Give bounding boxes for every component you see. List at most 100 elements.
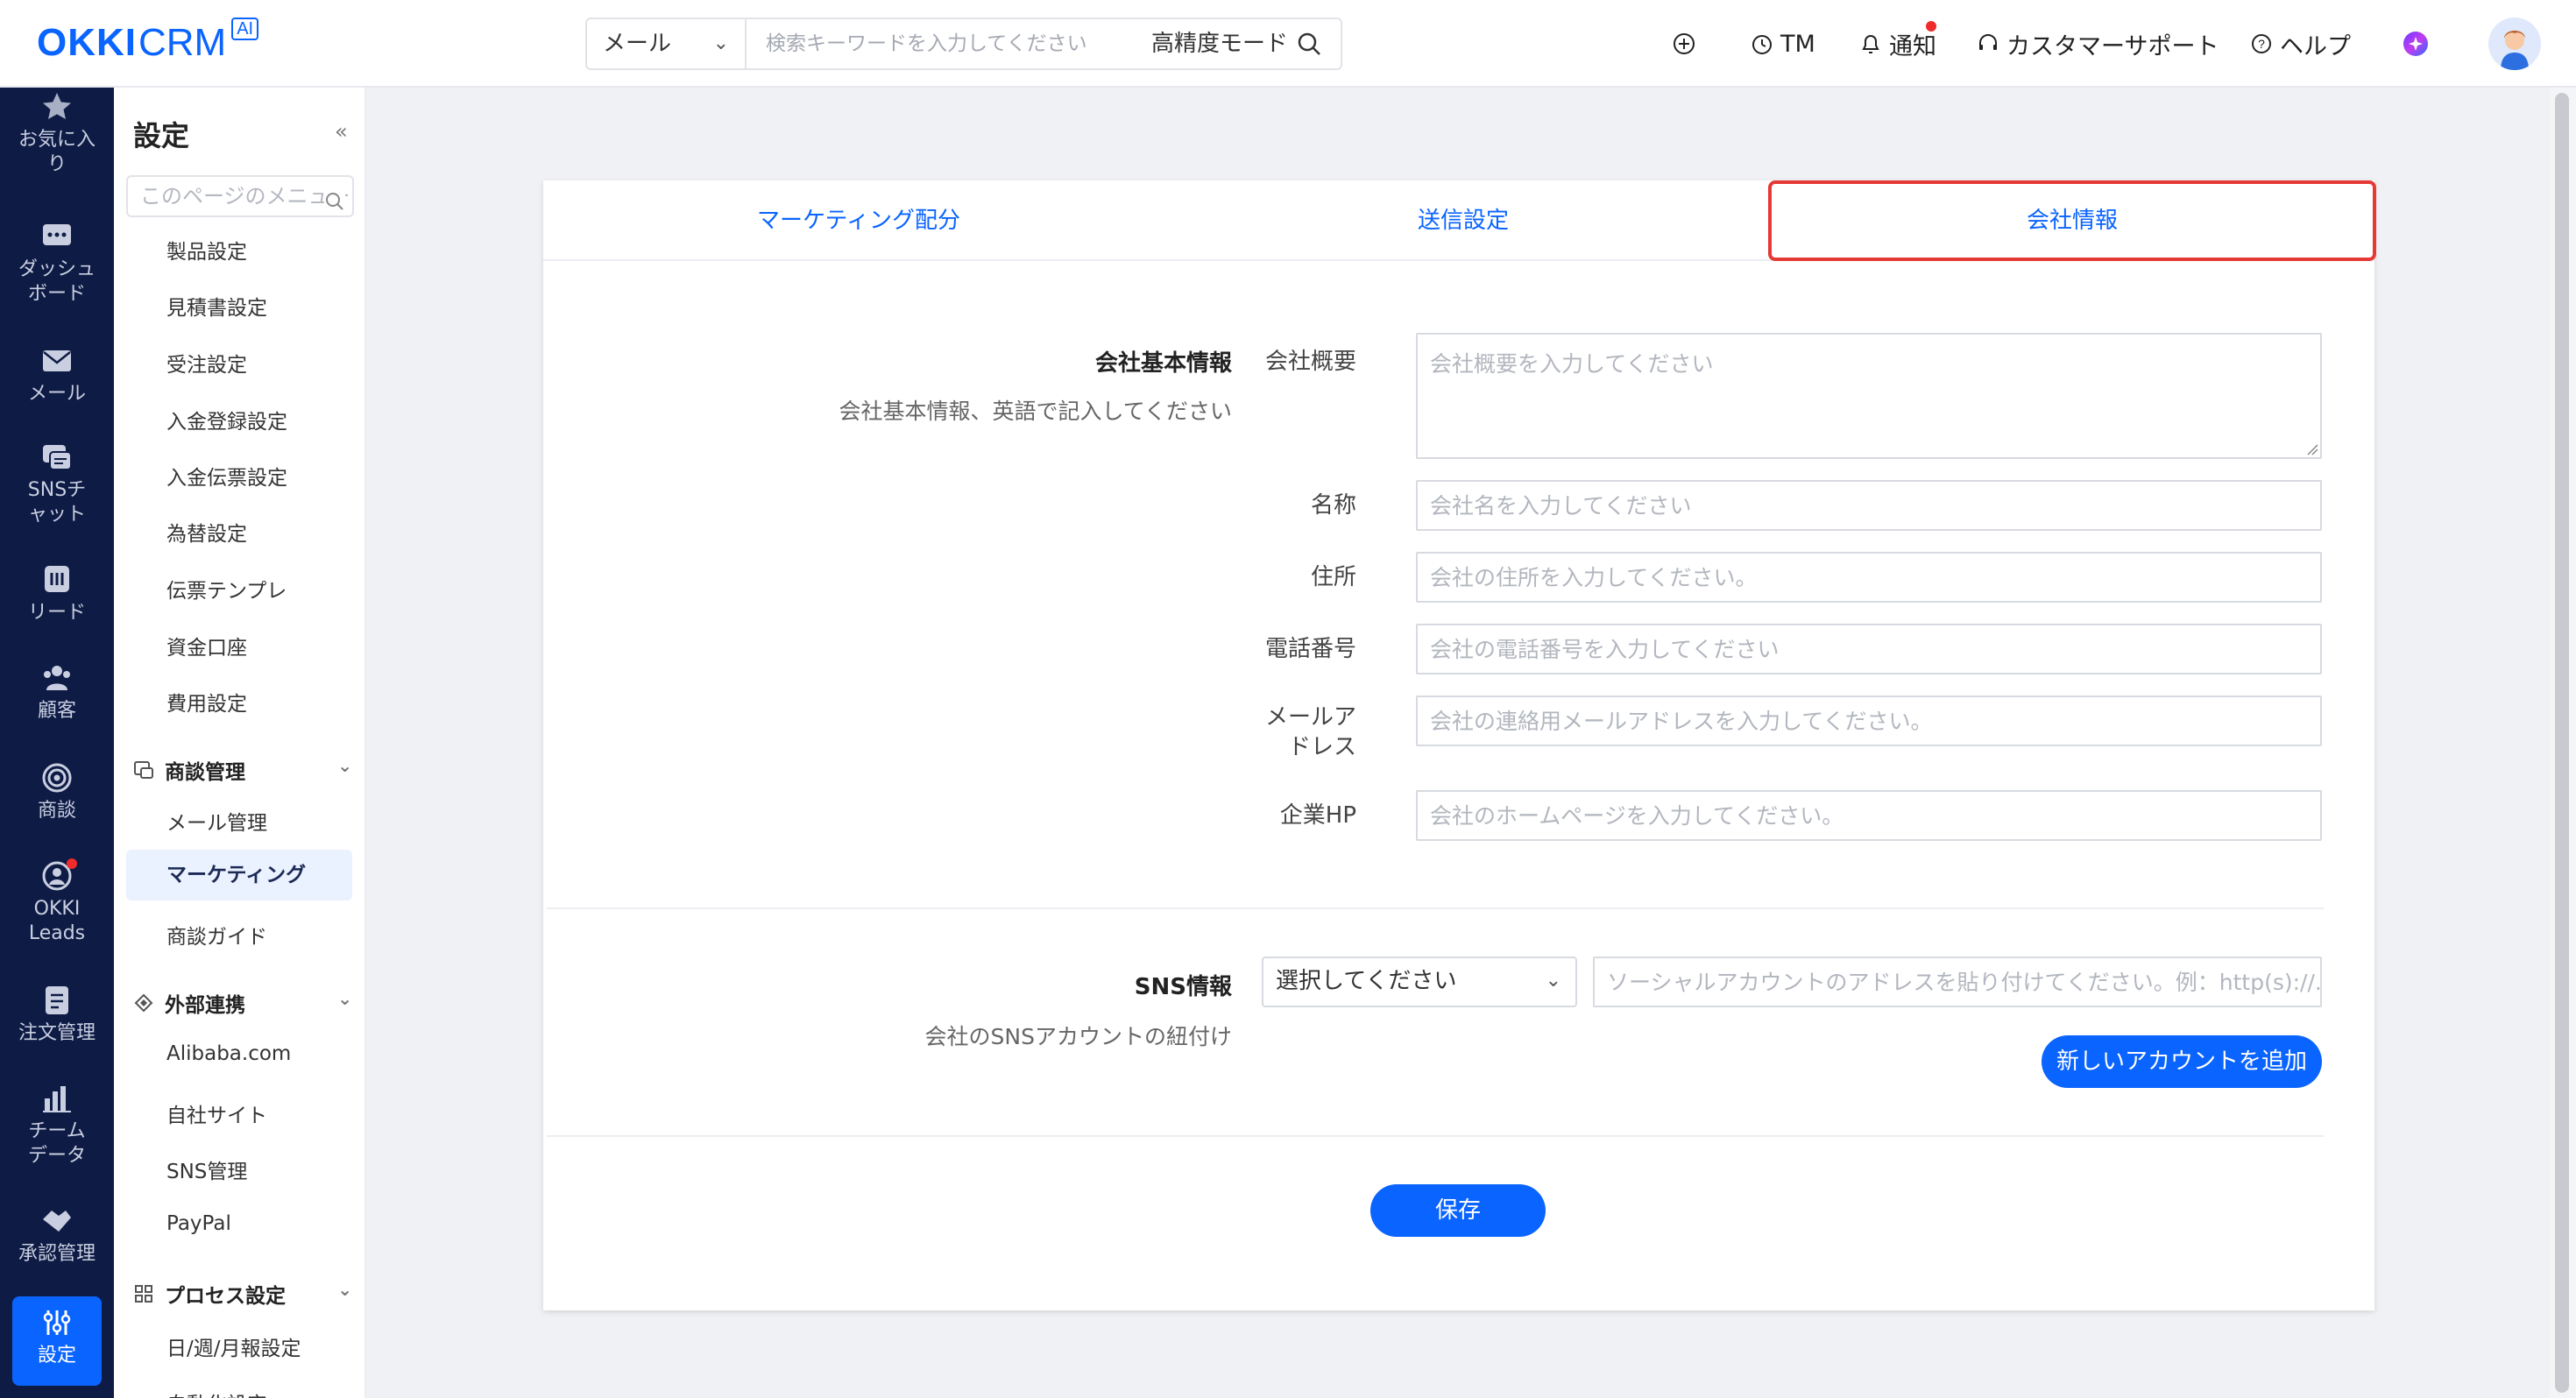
search-mode-toggle[interactable]: 高精度モード — [1151, 19, 1288, 68]
tab-company-info[interactable]: 会社情報 — [1768, 180, 2376, 261]
tab-marketing-allocation[interactable]: マーケティング配分 — [543, 180, 1174, 261]
mail-icon — [43, 350, 71, 371]
order-icon — [46, 986, 68, 1014]
bell-icon — [1859, 32, 1882, 56]
rail-label: 設定 — [37, 1345, 76, 1366]
ai-assistant-button[interactable] — [2401, 25, 2438, 63]
leads-icon — [45, 566, 69, 592]
rail-item-customers[interactable]: 顧客 — [0, 662, 114, 724]
sns-select-value: 選択してください — [1276, 968, 1457, 994]
sidebar-item-payment-register[interactable]: 入金登録設定 — [166, 405, 287, 434]
chevron-down-icon: ⌄ — [337, 988, 352, 1009]
sidebar-item-automation[interactable]: 自動化設定 — [166, 1387, 267, 1398]
rail-item-deals[interactable]: 商談 — [0, 762, 114, 823]
help-label: ヘルプ — [2280, 32, 2351, 60]
chevron-down-icon: ⌄ — [337, 755, 352, 776]
tab-send-settings[interactable]: 送信設定 — [1148, 180, 1779, 261]
scrollbar-thumb[interactable] — [2555, 93, 2569, 1393]
rail-item-settings[interactable]: 設定 — [12, 1296, 102, 1386]
group-label: プロセス設定 — [165, 1285, 286, 1308]
sidebar-item-product[interactable]: 製品設定 — [166, 235, 247, 265]
sidebar-item-deal-guide[interactable]: 商談ガイド — [166, 920, 267, 950]
sidebar-item-own-site[interactable]: 自社サイト — [166, 1098, 267, 1128]
add-sns-account-button[interactable]: 新しいアカウントを追加 — [2042, 1035, 2322, 1088]
rail-item-approval[interactable]: 承認管理 — [0, 1205, 114, 1267]
company-phone-input[interactable] — [1416, 624, 2322, 674]
plus-circle-icon — [1672, 32, 1696, 56]
clock-icon — [1751, 32, 1773, 55]
rail-label: 承認管理 — [18, 1243, 96, 1265]
rail-label: 商談 — [37, 800, 76, 822]
website-label: 企業HP — [1279, 802, 1356, 829]
tm-label: TM — [1780, 30, 1815, 58]
search-input[interactable]: 検索キーワードを入力してください — [766, 19, 1087, 68]
sidebar-item-paypal[interactable]: PayPal — [166, 1212, 231, 1235]
rail-item-team-data[interactable]: チームデータ — [0, 1083, 114, 1169]
sns-url-input[interactable] — [1593, 957, 2322, 1007]
sidebar-group-process[interactable]: プロセス設定 ⌄ — [133, 1279, 352, 1309]
group-label: 外部連携 — [165, 994, 245, 1017]
add-button[interactable] — [1672, 25, 1703, 63]
section-divider — [547, 907, 2324, 909]
tm-button[interactable]: TM — [1751, 25, 1815, 63]
search-scope-value: メール — [603, 31, 672, 57]
user-avatar[interactable] — [2488, 18, 2541, 70]
page-scrollbar[interactable] — [2550, 88, 2576, 1398]
collapse-sidebar-button[interactable]: « — [335, 119, 348, 144]
customers-icon — [44, 666, 70, 690]
sidebar-title: 設定 — [133, 119, 190, 152]
sidebar-search-input[interactable]: このページのメニュー — [126, 175, 354, 217]
deal-group-icon — [133, 759, 154, 780]
company-overview-textarea[interactable] — [1416, 333, 2322, 459]
save-button[interactable]: 保存 — [1370, 1184, 1546, 1237]
ai-orb-icon — [2401, 29, 2431, 59]
sidebar-item-report[interactable]: 日/週/月報設定 — [166, 1331, 301, 1361]
search-scope-select[interactable]: メール ⌄ — [587, 19, 747, 68]
sidebar-item-order[interactable]: 受注設定 — [166, 348, 247, 378]
global-search: メール ⌄ 検索キーワードを入力してください 高精度モード — [585, 18, 1342, 70]
rail-item-dashboard[interactable]: ダッシュボード — [0, 221, 114, 307]
okki-crm-logo[interactable]: OKKI CRM AI — [37, 18, 259, 65]
sidebar-item-alibaba[interactable]: Alibaba.com — [166, 1042, 291, 1065]
rail-item-mail[interactable]: メール — [0, 345, 114, 406]
sidebar-item-expense[interactable]: 費用設定 — [166, 687, 247, 717]
help-button[interactable]: ? ヘルプ — [2250, 25, 2351, 63]
rail-item-favorites[interactable]: お気に入り — [0, 91, 114, 177]
sidebar-item-account[interactable]: 資金口座 — [166, 631, 247, 660]
company-email-input[interactable] — [1416, 695, 2322, 746]
grid-icon — [133, 1283, 154, 1304]
company-name-input[interactable] — [1416, 480, 2322, 531]
sidebar-group-external[interactable]: 外部連携 ⌄ — [133, 988, 352, 1018]
sidebar-item-template[interactable]: 伝票テンプレ — [166, 574, 287, 604]
sns-type-select[interactable]: 選択してください ⌄ — [1262, 957, 1577, 1007]
sidebar-item-marketing[interactable]: マーケティング — [126, 850, 352, 900]
sidebar-item-quote[interactable]: 見積書設定 — [166, 291, 267, 321]
rail-item-orders[interactable]: 注文管理 — [0, 985, 114, 1046]
rail-item-leads[interactable]: リード — [0, 564, 114, 625]
section-divider — [547, 1135, 2324, 1137]
search-icon[interactable] — [1297, 32, 1321, 60]
customer-support-button[interactable]: カスタマーサポート — [1977, 25, 2219, 63]
company-section-title: 会社基本情報 — [1094, 350, 1232, 377]
group-label: 商談管理 — [165, 761, 245, 784]
resize-grip-icon[interactable] — [2306, 443, 2318, 455]
company-address-input[interactable] — [1416, 552, 2322, 603]
rail-item-sns-chat[interactable]: SNSチャット — [0, 441, 114, 527]
sidebar-item-payment-slip[interactable]: 入金伝票設定 — [166, 461, 287, 491]
name-label: 名称 — [1310, 492, 1356, 519]
company-website-input[interactable] — [1416, 790, 2322, 841]
rail-label: チームデータ — [27, 1120, 86, 1167]
top-header: OKKI CRM AI メール ⌄ 検索キーワードを入力してください 高精度モー… — [0, 0, 2576, 88]
rail-label: お気に入り — [18, 129, 96, 175]
question-circle-icon: ? — [2250, 32, 2273, 55]
sidebar-group-deal[interactable]: 商談管理 ⌄ — [133, 755, 352, 785]
rail-item-okki-leads[interactable]: OKKI Leads — [0, 860, 114, 946]
sidebar-item-mail-manage[interactable]: メール管理 — [166, 806, 267, 836]
logo-ai-badge: AI — [231, 18, 259, 40]
rail-label: 顧客 — [37, 700, 76, 722]
sidebar-item-exchange[interactable]: 為替設定 — [166, 517, 247, 547]
bar-chart-icon — [43, 1086, 71, 1112]
company-section-desc: 会社基本情報、英語で記入してください — [839, 399, 1232, 424]
sidebar-item-sns-manage[interactable]: SNS管理 — [166, 1154, 247, 1184]
notification-button[interactable]: 通知 — [1859, 25, 1936, 63]
